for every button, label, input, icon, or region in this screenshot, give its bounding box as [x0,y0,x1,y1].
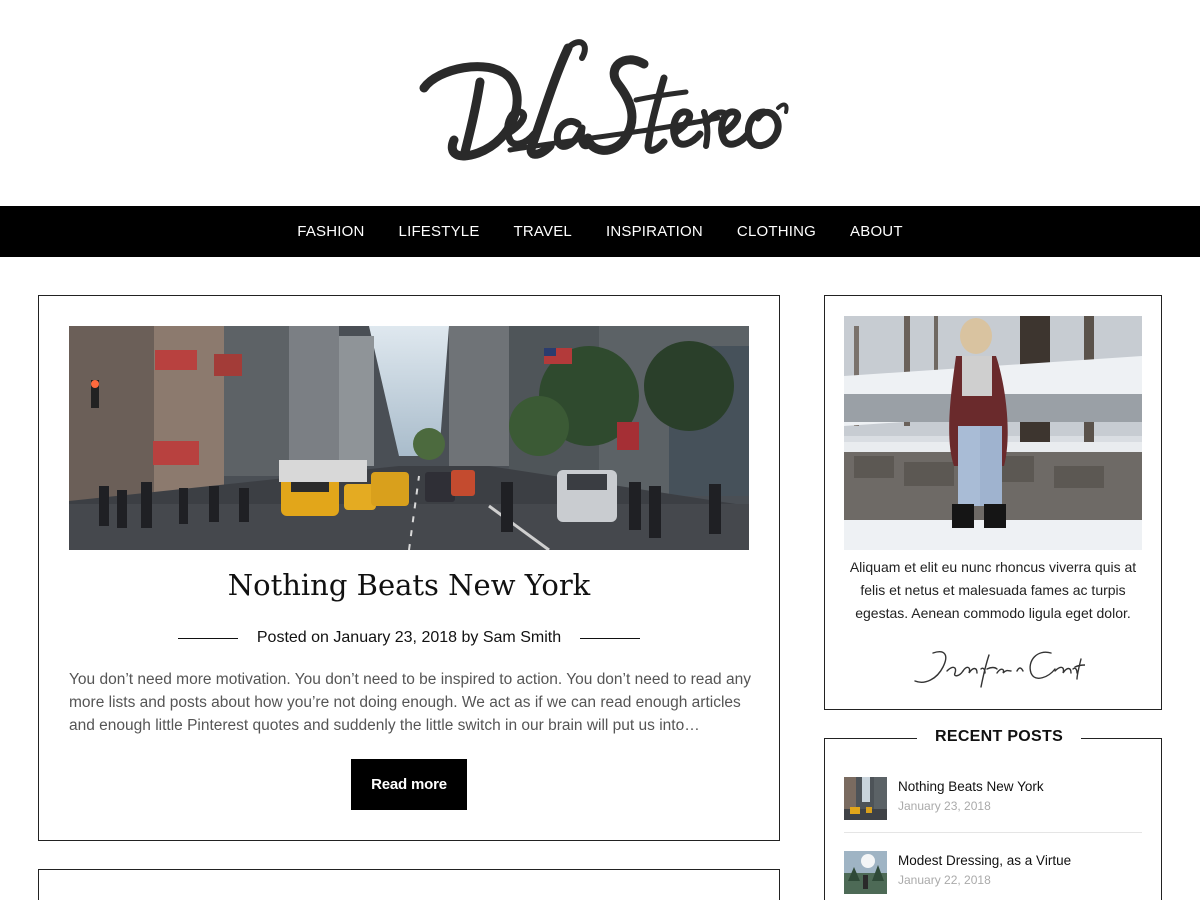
post-meta: Posted on January 23, 2018 by Sam Smith [39,627,779,649]
nav-item-about[interactable]: ABOUT [850,223,903,240]
recent-posts-divider [844,832,1142,833]
about-description: Aliquam et elit eu nunc rhoncus viverra … [849,559,1137,621]
recent-post-item[interactable]: Nothing Beats New York January 23, 2018 [844,777,1142,822]
about-author-photo [844,316,1142,550]
post-title[interactable]: Nothing Beats New York [39,568,779,602]
city-thumbnail-image [844,777,887,820]
nav-list: FASHION LIFESTYLE TRAVEL INSPIRATION CLO… [0,206,1200,257]
post-author[interactable]: Sam Smith [483,629,561,647]
signature [905,641,1086,691]
recent-post-title[interactable]: Nothing Beats New York [898,779,1044,794]
nav-item-travel[interactable]: TRAVEL [514,223,572,240]
city-street-image [69,326,749,550]
forest-thumbnail-image [844,851,887,894]
handwritten-signature-image [914,651,1086,688]
meta-divider-left [177,637,238,639]
recent-post-item[interactable]: Modest Dressing, as a Virtue January 22,… [844,851,1142,896]
snow-portrait-image [844,316,1142,550]
next-post-card [38,869,780,900]
nav-item-clothing[interactable]: CLOTHING [737,223,816,240]
recent-post-title[interactable]: Modest Dressing, as a Virtue [898,853,1071,868]
nav-item-inspiration[interactable]: INSPIRATION [606,223,703,240]
recent-post-date: January 23, 2018 [898,799,991,813]
logo-wordmark [419,39,789,161]
recent-posts-widget: RECENT POSTS Nothing Beats New York Janu… [824,728,1162,900]
site-logo[interactable] [418,28,790,173]
about-widget: Aliquam et elit eu nunc rhoncus viverra … [824,295,1162,710]
post-card: Nothing Beats New York Posted on January… [38,295,780,841]
meta-prefix: Posted on [256,629,329,646]
recent-post-thumbnail[interactable] [844,777,887,820]
recent-post-date: January 22, 2018 [898,873,991,887]
recent-post-thumbnail[interactable] [844,851,887,894]
main-navigation: FASHION LIFESTYLE TRAVEL INSPIRATION CLO… [0,206,1200,257]
nav-item-fashion[interactable]: FASHION [297,223,364,240]
post-featured-image[interactable] [69,326,749,550]
meta-divider-right [580,637,641,639]
read-more-button[interactable]: Read more [351,759,467,810]
post-excerpt: You don’t need more motivation. You don’… [69,671,751,734]
meta-by: by [461,629,479,646]
site-header [0,0,1200,206]
post-date[interactable]: January 23, 2018 [333,629,457,647]
nav-item-lifestyle[interactable]: LIFESTYLE [399,223,480,240]
recent-posts-title: RECENT POSTS [917,728,1082,746]
